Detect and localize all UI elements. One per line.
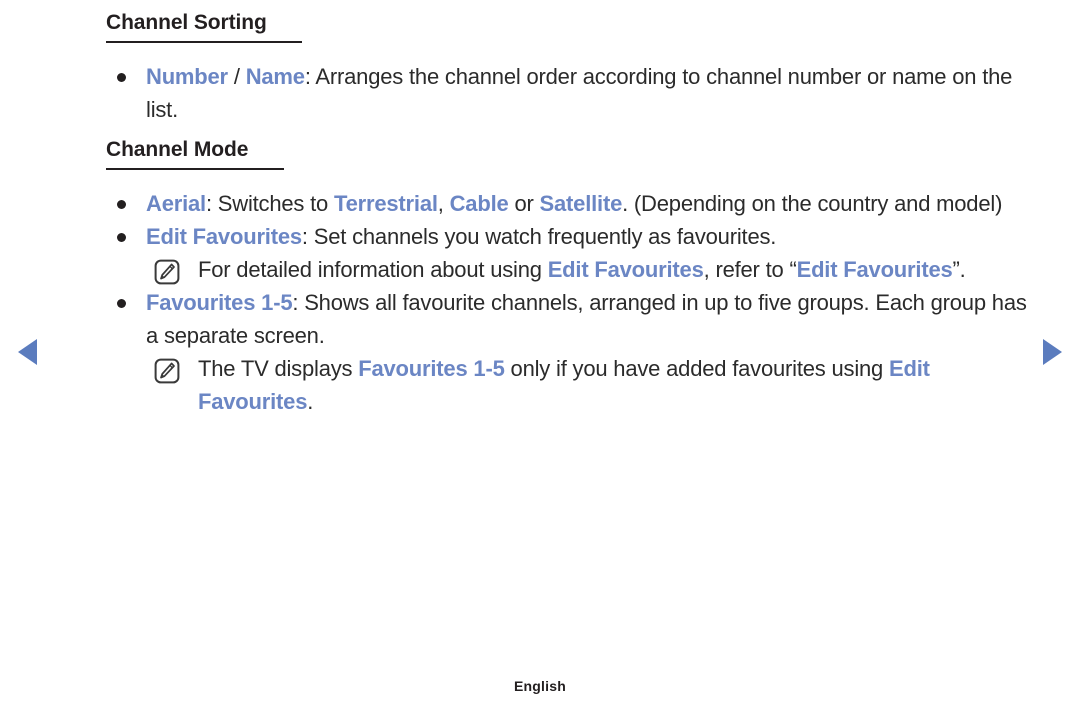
- keyword-number: Number: [146, 64, 228, 89]
- bullet-dot-icon: [117, 200, 126, 209]
- keyword-satellite: Satellite: [539, 191, 623, 216]
- section-title: Channel Sorting: [106, 11, 267, 34]
- keyword-name: Name: [245, 64, 305, 89]
- bullet-dot-icon: [117, 73, 126, 82]
- bullet-item-favourites-1-5: Favourites 1-5: Shows all favourite chan…: [106, 286, 1036, 352]
- note-text-middle: only if you have added favourites using: [504, 356, 890, 381]
- separator-comma: ,: [437, 191, 450, 216]
- keyword-favourites-1-5: Favourites 1-5: [146, 290, 293, 315]
- keyword-terrestrial: Terrestrial: [333, 191, 438, 216]
- footer-language-label: English: [514, 678, 566, 694]
- note-item-favourites-display: The TV displays Favourites 1-5 only if y…: [106, 352, 1036, 418]
- separator-slash: /: [227, 64, 246, 89]
- bullet-dot-icon: [117, 233, 126, 242]
- note-text-end: ”.: [952, 257, 966, 282]
- keyword-aerial: Aerial: [146, 191, 206, 216]
- separator-or: or: [508, 191, 540, 216]
- text-switches-to: : Switches to: [205, 191, 334, 216]
- keyword-cable: Cable: [449, 191, 509, 216]
- bullet-item-number-name: Number / Name: Arranges the channel orde…: [106, 60, 1036, 126]
- section-title: Channel Mode: [106, 138, 249, 161]
- section-heading-channel-sorting: Channel Sorting: [106, 8, 1036, 43]
- bullet-dot-icon: [117, 299, 126, 308]
- text-depending-note: . (Depending on the country and model): [622, 191, 1003, 216]
- page-content: Channel Sorting Number / Name: Arranges …: [106, 0, 1036, 418]
- note-text-start: For detailed information about using: [198, 257, 548, 282]
- heading-underline: [106, 41, 302, 43]
- next-page-arrow-icon[interactable]: [1043, 339, 1062, 365]
- note-text-end: .: [307, 389, 314, 414]
- note-pencil-icon: [154, 259, 180, 285]
- manual-page: Channel Sorting Number / Name: Arranges …: [0, 0, 1080, 705]
- note-text-refer: , refer to “: [703, 257, 797, 282]
- bullet-item-edit-favourites: Edit Favourites: Set channels you watch …: [106, 220, 1036, 253]
- keyword-edit-favourites: Edit Favourites: [547, 257, 704, 282]
- keyword-edit-favourites: Edit Favourites: [146, 224, 302, 249]
- note-item-edit-favourites-reference: For detailed information about using Edi…: [106, 253, 1036, 286]
- note-text-start: The TV displays: [198, 356, 359, 381]
- bullet-item-aerial: Aerial: Switches to Terrestrial, Cable o…: [106, 187, 1036, 220]
- bullet-body-text: : Set channels you watch frequently as f…: [301, 224, 777, 249]
- keyword-favourites-1-5: Favourites 1-5: [358, 356, 505, 381]
- keyword-edit-favourites-quoted: Edit Favourites: [796, 257, 953, 282]
- previous-page-arrow-icon[interactable]: [18, 339, 37, 365]
- note-pencil-icon: [154, 358, 180, 384]
- heading-underline: [106, 168, 284, 170]
- section-heading-channel-mode: Channel Mode: [106, 135, 1036, 170]
